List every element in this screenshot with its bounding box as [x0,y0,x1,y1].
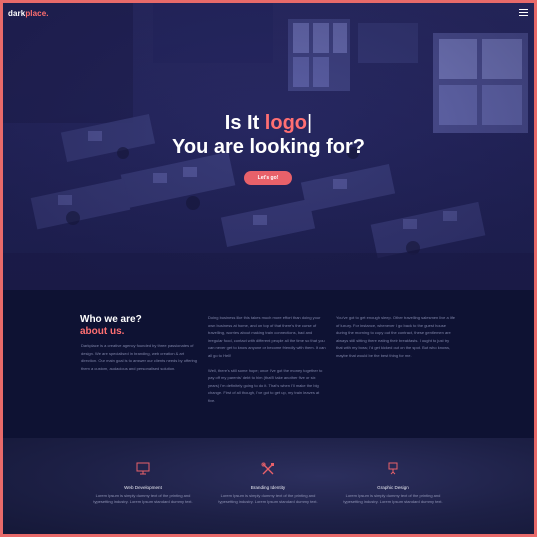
service-card-graphic-design: Graphic Design Lorem Ipsum is simply dum… [338,462,448,505]
lets-go-button[interactable]: Let's go! [244,171,292,185]
hero-line2: You are looking for? [172,136,365,158]
service-card-web-development: Web Development Lorem Ipsum is simply du… [88,462,198,505]
services-section: Web Development Lorem Ipsum is simply du… [3,438,534,534]
about-paragraph: Well, there's still some hope; once I've… [208,367,323,403]
typing-caret: | [307,112,313,134]
service-card-branding-identity: Branding Identity Lorem Ipsum is simply … [213,462,323,505]
service-title: Graphic Design [377,485,409,490]
about-paragraph: You've got to get enough sleep. Other tr… [336,315,455,358]
about-title: Who we are? about us. [80,314,142,338]
brand-logo-part2: place. [25,9,49,18]
monitor-icon [136,462,150,475]
hero-line1-accent: logo [264,112,308,134]
service-description: Lorem Ipsum is simply dummy text of the … [218,493,318,505]
about-column-2: Doing business like this takes much more… [208,314,326,405]
brand-logo-part1: dark [8,9,26,18]
hero-line1-prefix: Is It [224,112,265,134]
hero-headline: Is It logo| You are looking for? [3,111,534,159]
page-frame: darkplace. Is It logo| You are looking f… [3,3,534,534]
hamburger-icon[interactable] [519,9,528,16]
presentation-icon [388,462,398,475]
about-column-1: Darkplace is a creative agency founded b… [81,342,199,372]
about-paragraph: Doing business like this takes much more… [208,315,326,358]
tools-icon [261,462,274,475]
brand-logo[interactable]: darkplace. [8,9,49,18]
about-title-line2: about us. [80,326,125,337]
service-title: Web Development [124,485,162,490]
hero-section: darkplace. Is It logo| You are looking f… [3,3,534,290]
service-title: Branding Identity [250,485,286,490]
service-description: Lorem Ipsum is simply dummy text of the … [343,493,443,505]
about-title-line1: Who we are? [80,314,142,325]
service-description: Lorem Ipsum is simply dummy text of the … [93,493,193,505]
about-intro-text: Darkplace is a creative agency founded b… [81,343,197,371]
about-column-3: You've got to get enough sleep. Other tr… [336,314,456,360]
about-section: Who we are? about us. Darkplace is a cre… [3,290,534,438]
